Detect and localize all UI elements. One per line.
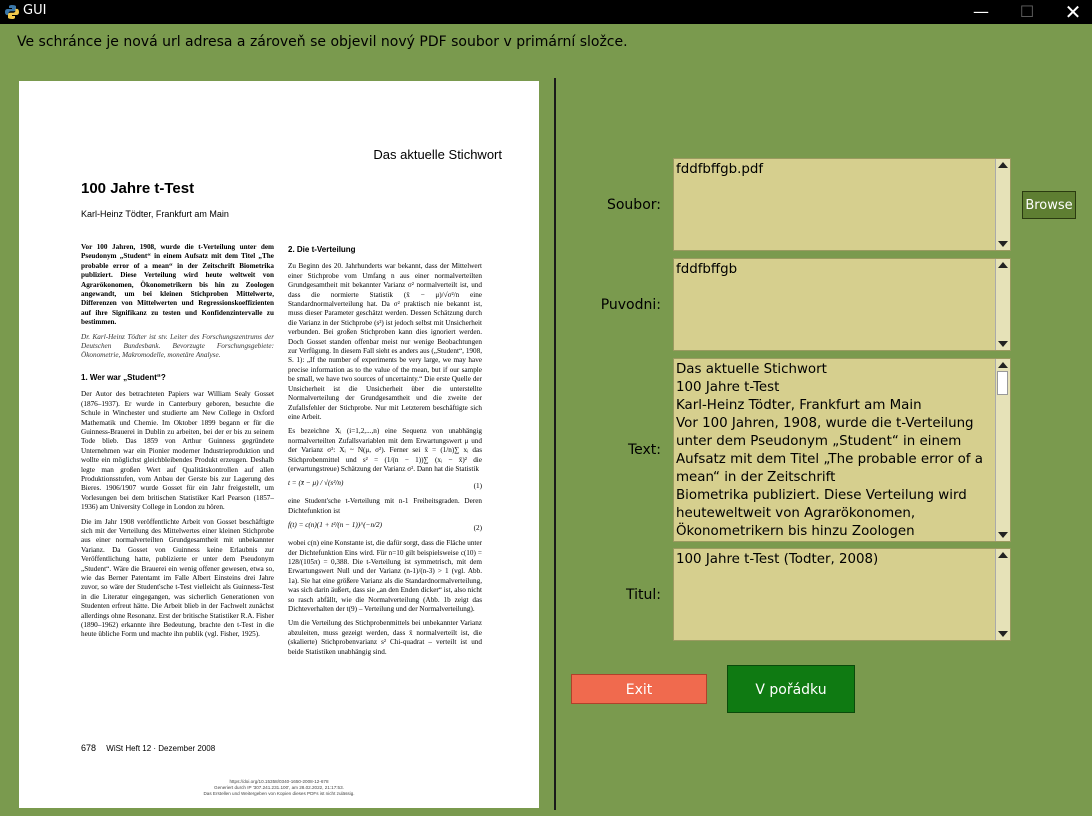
doc-formula: f(t) = c(n)(1 + t²/(n − 1))^(−n/2) (2) <box>288 521 482 539</box>
doc-paragraph: Um die Verteilung des Stichprobenmittels… <box>288 619 482 656</box>
doc-formula: t = (x̄ − μ) / √(s²/n) (1) <box>288 479 482 497</box>
doc-title: 100 Jahre t-Test <box>81 180 195 197</box>
browse-button[interactable]: Browse <box>1022 191 1076 219</box>
soubor-label: Soubor: <box>606 197 661 213</box>
exit-button[interactable]: Exit <box>571 674 707 704</box>
doc-section-heading: 1. Wer war „Student“? <box>81 372 166 382</box>
doc-column-left: Vor 100 Jahren, 1908, wurde die t-Vertei… <box>81 243 274 645</box>
scroll-thumb[interactable] <box>997 371 1008 395</box>
ok-button[interactable]: V pořádku <box>727 665 855 713</box>
doc-header: Das aktuelle Stichwort <box>373 147 502 162</box>
scroll-down-icon[interactable] <box>998 341 1008 347</box>
scroll-up-icon[interactable] <box>998 162 1008 168</box>
puvodni-value[interactable]: fddfbffgb <box>676 261 994 348</box>
scrollbar[interactable] <box>995 159 1010 250</box>
window-title: GUI <box>23 3 47 18</box>
scroll-down-icon[interactable] <box>998 241 1008 247</box>
titul-label: Titul: <box>626 587 661 603</box>
scrollbar[interactable] <box>995 259 1010 350</box>
doc-column-right: 2. Die t-Verteilung Zu Beginn des 20. Ja… <box>288 243 482 662</box>
doc-paragraph: Der Autor des betrachteten Papiers war W… <box>81 390 274 512</box>
python-icon <box>5 5 19 19</box>
maximize-button[interactable]: ☐ <box>1004 0 1050 24</box>
doc-abstract: Vor 100 Jahren, 1908, wurde die t-Vertei… <box>81 243 274 327</box>
issue-info: WiSt Heft 12 · Dezember 2008 <box>106 744 216 753</box>
titul-value[interactable]: 100 Jahre t-Test (Todter, 2008) <box>676 551 994 638</box>
doc-paragraph: Zu Beginn des 20. Jahrhunderts war bekan… <box>288 262 482 421</box>
doc-author: Karl-Heinz Tödter, Frankfurt am Main <box>81 209 229 219</box>
text-value[interactable]: Das aktuelle Stichwort 100 Jahre t-Test … <box>676 361 994 539</box>
doc-footer: 678 WiSt Heft 12 · Dezember 2008 <box>81 743 215 753</box>
titul-field[interactable]: 100 Jahre t-Test (Todter, 2008) <box>673 548 1011 641</box>
title-bar: GUI — ☐ ✕ <box>0 0 1092 24</box>
doc-section-heading: 2. Die t-Verteilung <box>288 245 356 254</box>
minimize-button[interactable]: — <box>958 0 1004 24</box>
doc-bio: Dr. Karl-Heinz Tödter ist stv. Leiter de… <box>81 332 274 360</box>
formula-text: t = (x̄ − μ) / √(s²/n) <box>288 479 344 488</box>
soubor-field[interactable]: fddfbffgb.pdf <box>673 158 1011 251</box>
doc-paragraph: eine Student'sche t-Verteilung mit n-1 F… <box>288 497 482 515</box>
puvodni-label: Puvodni: <box>600 297 661 313</box>
formula-number: (1) <box>473 482 482 491</box>
scroll-up-icon[interactable] <box>998 552 1008 558</box>
scroll-down-icon[interactable] <box>998 532 1008 538</box>
puvodni-field[interactable]: fddfbffgb <box>673 258 1011 351</box>
doc-fineprint: Das Erstellen und Weitergeben von Kopien… <box>203 791 355 796</box>
scrollbar[interactable] <box>995 549 1010 640</box>
formula-number: (2) <box>473 524 482 533</box>
text-label: Text: <box>627 442 661 458</box>
scroll-down-icon[interactable] <box>998 631 1008 637</box>
soubor-value[interactable]: fddfbffgb.pdf <box>676 161 994 248</box>
close-button[interactable]: ✕ <box>1050 0 1092 24</box>
scroll-up-icon[interactable] <box>998 362 1008 368</box>
text-field[interactable]: Das aktuelle Stichwort 100 Jahre t-Test … <box>673 358 1011 542</box>
scrollbar[interactable] <box>995 359 1010 541</box>
scroll-up-icon[interactable] <box>998 262 1008 268</box>
pdf-preview: Das aktuelle Stichwort 100 Jahre t-Test … <box>19 81 539 808</box>
doc-paragraph: Die im Jahr 1908 veröffentlichte Arbeit … <box>81 517 274 639</box>
formula-text: f(t) = c(n)(1 + t²/(n − 1))^(−n/2) <box>288 521 383 530</box>
doc-paragraph: Es bezeichne Xᵢ (i=1,2,...,n) eine Seque… <box>288 427 482 473</box>
status-message: Ve schránce je nová url adresa a zároveň… <box>17 34 628 50</box>
page-number: 678 <box>81 743 97 753</box>
doc-paragraph: wobei c(n) eine Konstante ist, die dafür… <box>288 539 482 613</box>
